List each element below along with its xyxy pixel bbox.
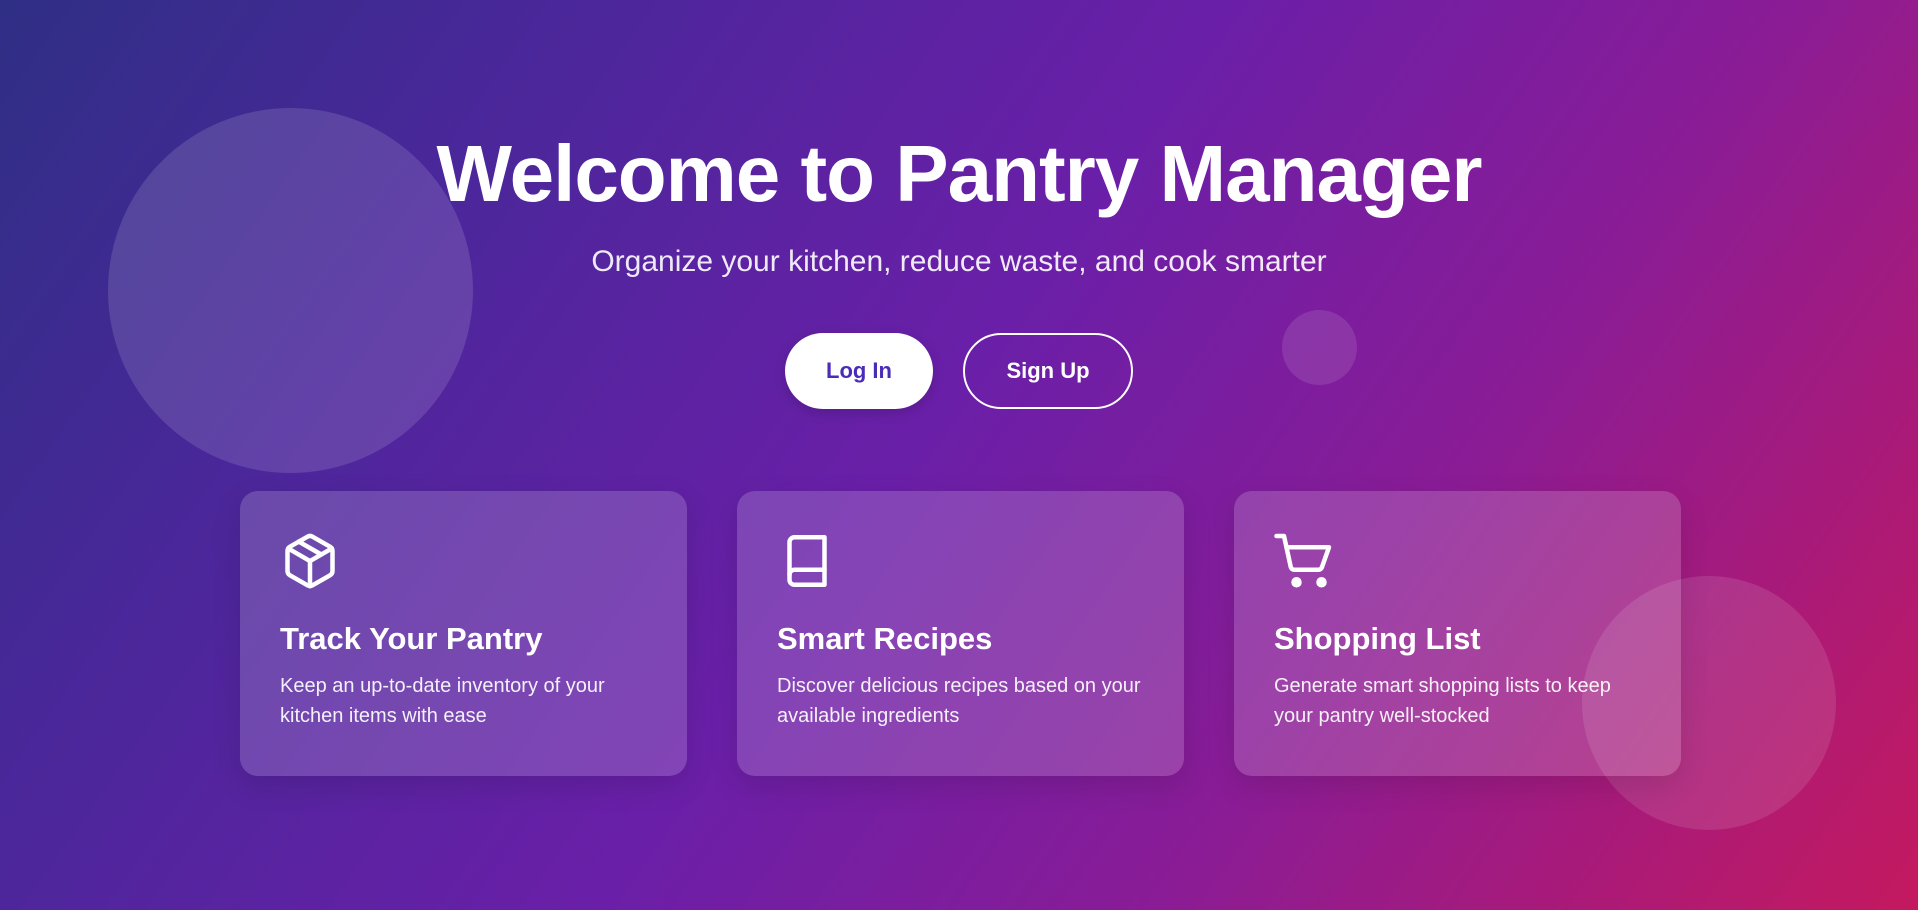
shopping-cart-icon [1274, 531, 1334, 591]
box-icon [280, 531, 340, 591]
feature-card-track-pantry: Track Your Pantry Keep an up-to-date inv… [240, 491, 687, 776]
page-title: Welcome to Pantry Manager [436, 129, 1483, 218]
book-icon [777, 531, 837, 591]
feature-card-shopping-list: Shopping List Generate smart shopping li… [1234, 491, 1681, 776]
auth-actions: Log In Sign Up [0, 333, 1918, 409]
feature-description: Discover delicious recipes based on your… [777, 675, 1141, 727]
page-subtitle: Organize your kitchen, reduce waste, and… [591, 245, 1327, 278]
feature-title: Smart Recipes [777, 621, 993, 656]
feature-card-smart-recipes: Smart Recipes Discover delicious recipes… [737, 491, 1184, 776]
feature-title: Shopping List [1274, 621, 1481, 656]
feature-description: Generate smart shopping lists to keep yo… [1274, 675, 1611, 727]
feature-cards: Track Your Pantry Keep an up-to-date inv… [240, 491, 1681, 776]
feature-description: Keep an up-to-date inventory of your kit… [280, 675, 605, 727]
login-button[interactable]: Log In [785, 333, 933, 409]
feature-title: Track Your Pantry [280, 621, 543, 656]
signup-button[interactable]: Sign Up [963, 333, 1133, 409]
